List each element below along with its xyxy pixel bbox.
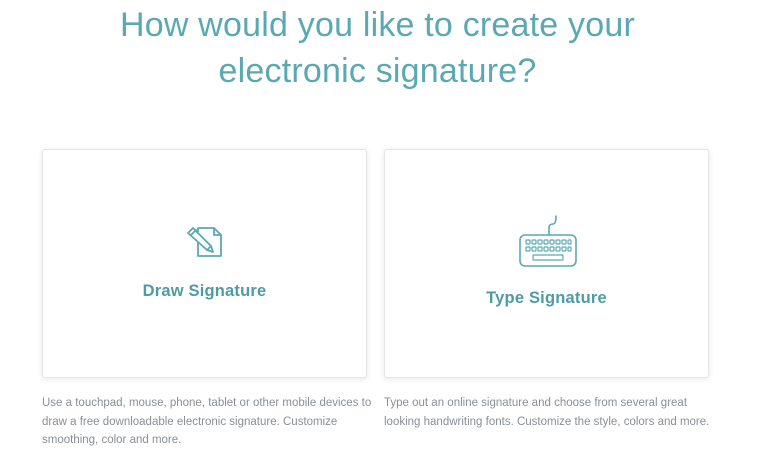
page-title: How would you like to create your electr… (0, 2, 755, 94)
draw-signature-card[interactable]: Draw Signature (42, 149, 367, 378)
type-signature-description: Type out an online signature and choose … (384, 397, 710, 428)
draw-signature-title: Draw Signature (142, 282, 267, 300)
keyboard-icon (516, 214, 578, 273)
page-title-line-1: How would you like to create your (120, 6, 635, 44)
page: How would you like to create your electr… (0, 0, 768, 465)
page-title-line-2: electronic signature? (218, 52, 537, 90)
type-signature-card[interactable]: Type Signature (384, 149, 709, 378)
draw-signature-description: Use a touchpad, mouse, phone, tablet or … (42, 397, 372, 446)
type-signature-title: Type Signature (486, 289, 607, 307)
pencil-note-icon (184, 221, 226, 266)
